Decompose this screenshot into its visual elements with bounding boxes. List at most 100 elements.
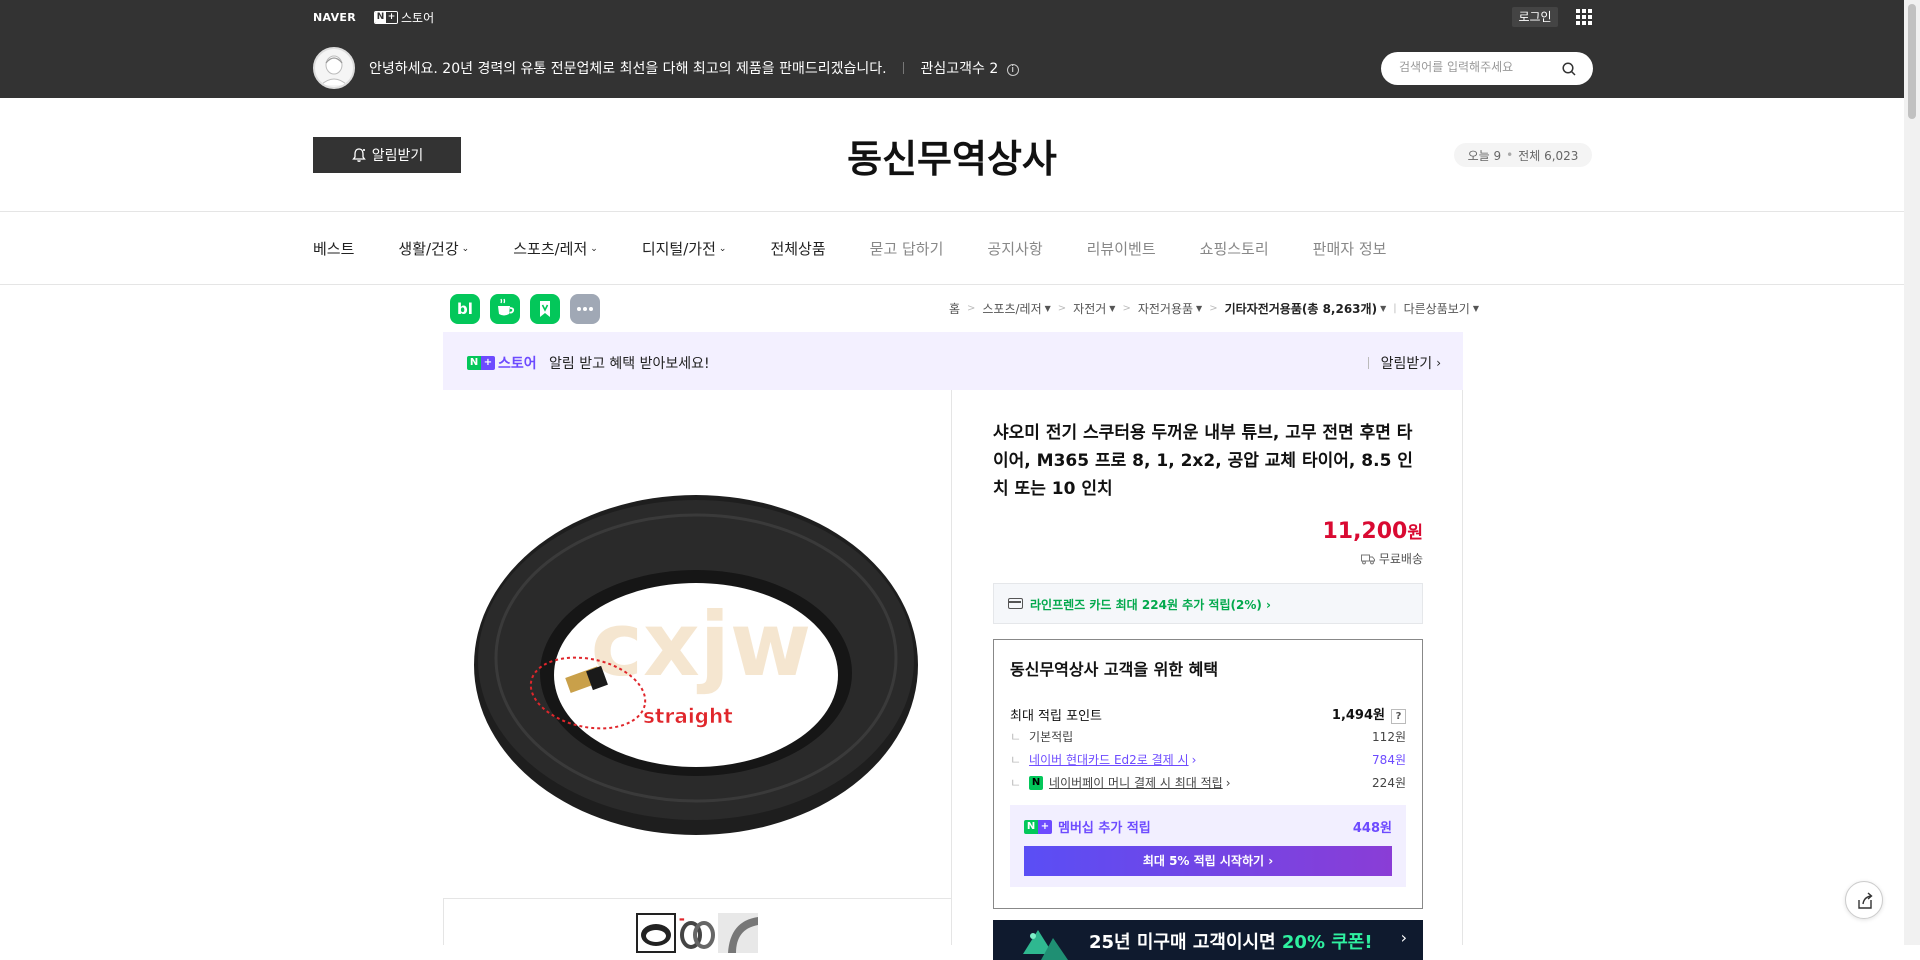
help-icon[interactable]: ? xyxy=(1391,709,1406,724)
coupon-banner[interactable]: 25년 미구매 고객이시면 20% 쿠폰! › xyxy=(993,920,1423,960)
followers-count: 관심고객수 2 xyxy=(920,61,999,77)
thumbnail-3[interactable] xyxy=(718,913,758,953)
chevron-right-icon: › xyxy=(1191,752,1197,767)
thumbnail-list: ▬ xyxy=(636,913,759,953)
price-unit: 원 xyxy=(1407,523,1423,543)
gift-icon xyxy=(1023,930,1068,960)
chevron-down-icon: ⌄ xyxy=(461,243,470,254)
visitor-separator: • xyxy=(1506,148,1514,162)
vertical-scrollbar[interactable] xyxy=(1904,0,1920,945)
coupon-banner-text: 25년 미구매 고객이시면 20% 쿠폰! xyxy=(1089,932,1373,953)
apps-grid-icon[interactable] xyxy=(1576,9,1592,25)
membership-box: N + 멤버십 추가 적립 448원 최대 5% 적립 시작하기 › xyxy=(1010,805,1406,887)
other-products-link[interactable]: 다른상품보기 xyxy=(1404,300,1470,317)
share-blog-button[interactable]: bl xyxy=(450,294,480,324)
membership-start-button[interactable]: 최대 5% 적립 시작하기 › xyxy=(1024,846,1392,876)
divider xyxy=(1367,357,1369,369)
caret-down-icon[interactable]: ▼ xyxy=(1109,304,1115,313)
basic-point-value: 112원 xyxy=(1372,730,1406,744)
nav-item-living-health[interactable]: 생활/건강 ⌄ xyxy=(398,238,469,259)
card-promo-text: 라인프렌즈 카드 최대 224원 추가 적립(2%) › xyxy=(1030,598,1271,612)
floating-share-button[interactable] xyxy=(1845,881,1883,919)
seller-intro: 안녕하세요. 20년 경력의 유통 전문업체로 최선을 다해 최고의 제품을 판… xyxy=(369,58,1019,78)
breadcrumb-separator: > xyxy=(1057,303,1067,314)
nav-item-seller-info[interactable]: 판매자 정보 xyxy=(1313,238,1387,259)
npay-icon: N xyxy=(1029,775,1044,790)
caret-down-icon[interactable]: ▼ xyxy=(1473,304,1479,313)
max-point-row: 최대 적립 포인트 1,494원? xyxy=(1010,704,1406,724)
visitor-count: 오늘 9 • 전체 6,023 xyxy=(1454,143,1592,167)
bookmark-icon xyxy=(540,301,550,317)
nav-item-shopping-story[interactable]: 쇼핑스토리 xyxy=(1200,238,1269,259)
npay-money-value: 224원 xyxy=(1372,776,1406,790)
promo-text: 알림 받고 혜택 받아보세요! xyxy=(549,356,710,372)
breadcrumb-home[interactable]: 홈 xyxy=(949,300,960,317)
share-icon xyxy=(1858,892,1873,909)
tree-branch-icon: ㄴ xyxy=(1010,753,1022,767)
share-cafe-button[interactable] xyxy=(490,294,520,324)
nav-item-all-products[interactable]: 전체상품 xyxy=(770,238,825,259)
caret-down-icon[interactable]: ▼ xyxy=(1045,304,1051,313)
divider xyxy=(0,284,1904,285)
seller-avatar[interactable] xyxy=(313,47,355,89)
search-icon[interactable] xyxy=(1562,62,1576,76)
breadcrumb-bicycle-goods[interactable]: 자전거용품 xyxy=(1138,300,1193,317)
caret-down-icon[interactable]: ▼ xyxy=(1380,304,1386,313)
thumbnail-1[interactable] xyxy=(636,913,676,953)
breadcrumb-separator: > xyxy=(966,303,976,314)
naver-logo[interactable]: NAVER xyxy=(313,11,356,24)
product-image-column: cxjw straight ▬ xyxy=(443,390,952,953)
hyundai-card-value: 784원 xyxy=(1372,753,1406,767)
nav-item-best[interactable]: 베스트 xyxy=(313,238,354,259)
nav-item-sports-leisure[interactable]: 스포츠/레저 ⌄ xyxy=(513,238,598,259)
search-input[interactable] xyxy=(1399,60,1559,74)
divider xyxy=(443,898,951,899)
hyundai-card-row: ㄴ 네이버 현대카드 Ed2로 결제 시 › 784원 xyxy=(1010,751,1406,768)
nplus-icon: N + xyxy=(467,356,495,370)
card-promo-banner[interactable]: 라인프렌즈 카드 최대 224원 추가 적립(2%) › xyxy=(993,583,1423,624)
breadcrumb-separator: | xyxy=(1393,303,1397,314)
nplus-icon: N + xyxy=(1024,819,1052,834)
credit-card-icon xyxy=(1008,598,1023,609)
nav-item-digital[interactable]: 디지털/가전 ⌄ xyxy=(642,238,727,259)
membership-value: 448원 xyxy=(1352,821,1392,836)
thumbnail-2[interactable]: ▬ xyxy=(677,913,717,953)
divider xyxy=(0,211,1904,212)
caret-down-icon[interactable]: ▼ xyxy=(1196,304,1202,313)
nplus-store-logo[interactable]: N + 스토어 xyxy=(373,9,434,26)
login-button[interactable]: 로그인 xyxy=(1512,7,1558,27)
share-bookmark-button[interactable] xyxy=(530,294,560,324)
image-label: straight xyxy=(643,704,733,728)
breadcrumb-separator: > xyxy=(1209,303,1218,314)
hyundai-card-link[interactable]: 네이버 현대카드 Ed2로 결제 시 xyxy=(1029,751,1189,768)
breadcrumb-sports[interactable]: 스포츠/레저 xyxy=(982,300,1041,317)
breadcrumb-current[interactable]: 기타자전거용품(총 8,263개) xyxy=(1225,300,1377,317)
seller-intro-text: 안녕하세요. 20년 경력의 유통 전문업체로 최선을 다해 최고의 제품을 판… xyxy=(369,61,887,77)
scrollbar-thumb[interactable] xyxy=(1908,4,1916,119)
nplus-store-logo: N + 스토어 xyxy=(467,353,537,373)
image-watermark: cxjw xyxy=(591,593,811,696)
divider xyxy=(903,62,905,74)
max-point-value: 1,494원? xyxy=(1332,704,1406,724)
breadcrumb-bicycle[interactable]: 자전거 xyxy=(1073,300,1106,317)
svg-text:▬: ▬ xyxy=(679,916,685,923)
share-buttons: bl xyxy=(450,294,610,324)
chevron-right-icon: › xyxy=(1436,356,1441,370)
nav-item-qna[interactable]: 묻고 답하기 xyxy=(870,238,944,259)
membership-label: N + 멤버십 추가 적립 xyxy=(1024,817,1151,836)
nplus-icon: N + xyxy=(373,10,398,24)
product-main-image[interactable]: cxjw straight xyxy=(443,390,951,898)
chevron-right-icon: › xyxy=(1400,928,1407,947)
cafe-icon xyxy=(498,298,515,316)
visitor-total: 전체 6,023 xyxy=(1518,148,1579,163)
nav-item-review-event[interactable]: 리뷰이벤트 xyxy=(1087,238,1156,259)
npay-money-link[interactable]: 네이버페이 머니 결제 시 최대 적립 xyxy=(1049,774,1223,791)
shipping-info: 무료배송 xyxy=(1360,550,1423,567)
store-name[interactable]: 동신무역상사 xyxy=(0,128,1904,183)
nav-item-notice[interactable]: 공지사항 xyxy=(987,238,1042,259)
share-more-button[interactable] xyxy=(570,294,600,324)
info-icon[interactable]: i xyxy=(1006,64,1019,76)
breadcrumb-separator: > xyxy=(1122,303,1131,314)
promo-alarm-button[interactable]: 알림받기 › xyxy=(1367,353,1441,373)
promo-alarm-label: 알림받기 xyxy=(1380,356,1433,372)
